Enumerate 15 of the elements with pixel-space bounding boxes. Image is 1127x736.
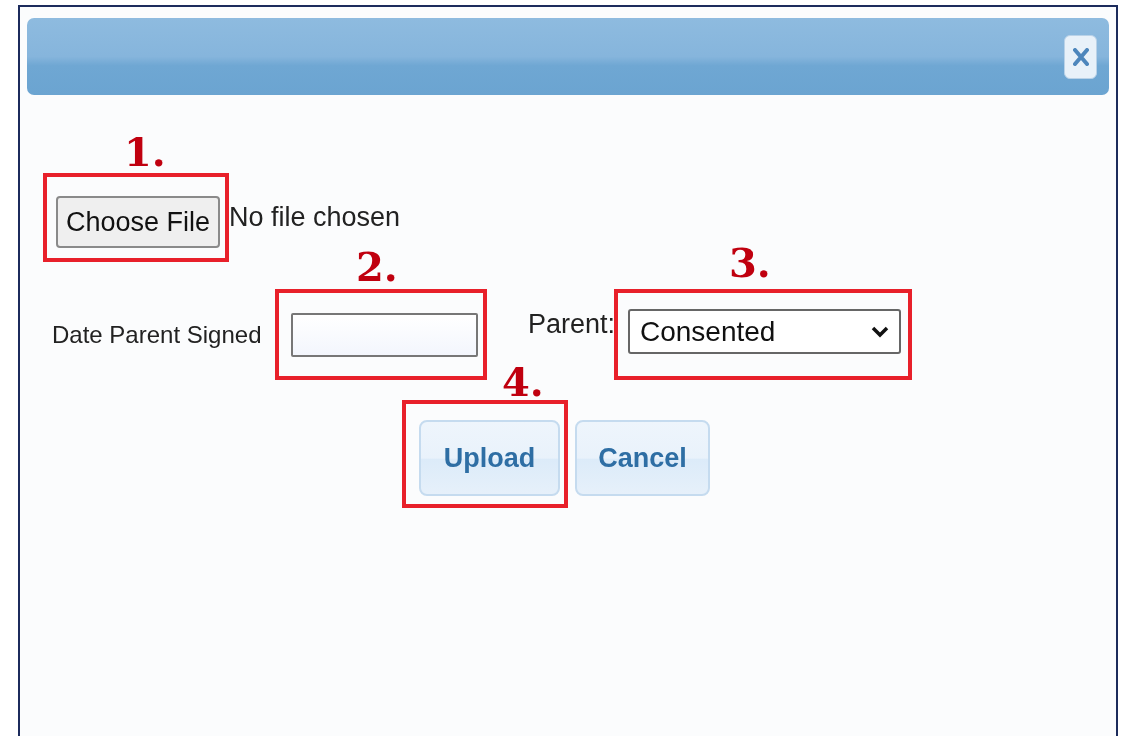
field-label: Date Parent Signed bbox=[52, 320, 263, 349]
file-status: No file chosen bbox=[229, 202, 401, 233]
close-button[interactable] bbox=[1064, 34, 1097, 79]
step-number: 4. bbox=[502, 362, 544, 402]
upload-button[interactable]: Upload bbox=[419, 420, 560, 496]
step-number: 3. bbox=[729, 243, 771, 283]
date-input-field[interactable] bbox=[291, 313, 478, 357]
cancel-button[interactable]: Cancel bbox=[575, 420, 710, 496]
field-label: Parent: bbox=[528, 309, 614, 340]
parent-select[interactable]: Consented bbox=[628, 309, 901, 354]
step-number: 2. bbox=[356, 247, 398, 287]
choose-file-button[interactable]: Choose File bbox=[56, 196, 220, 248]
chevron-down-icon bbox=[871, 325, 889, 338]
step-number: 1. bbox=[124, 132, 166, 172]
close-icon bbox=[1072, 47, 1089, 66]
